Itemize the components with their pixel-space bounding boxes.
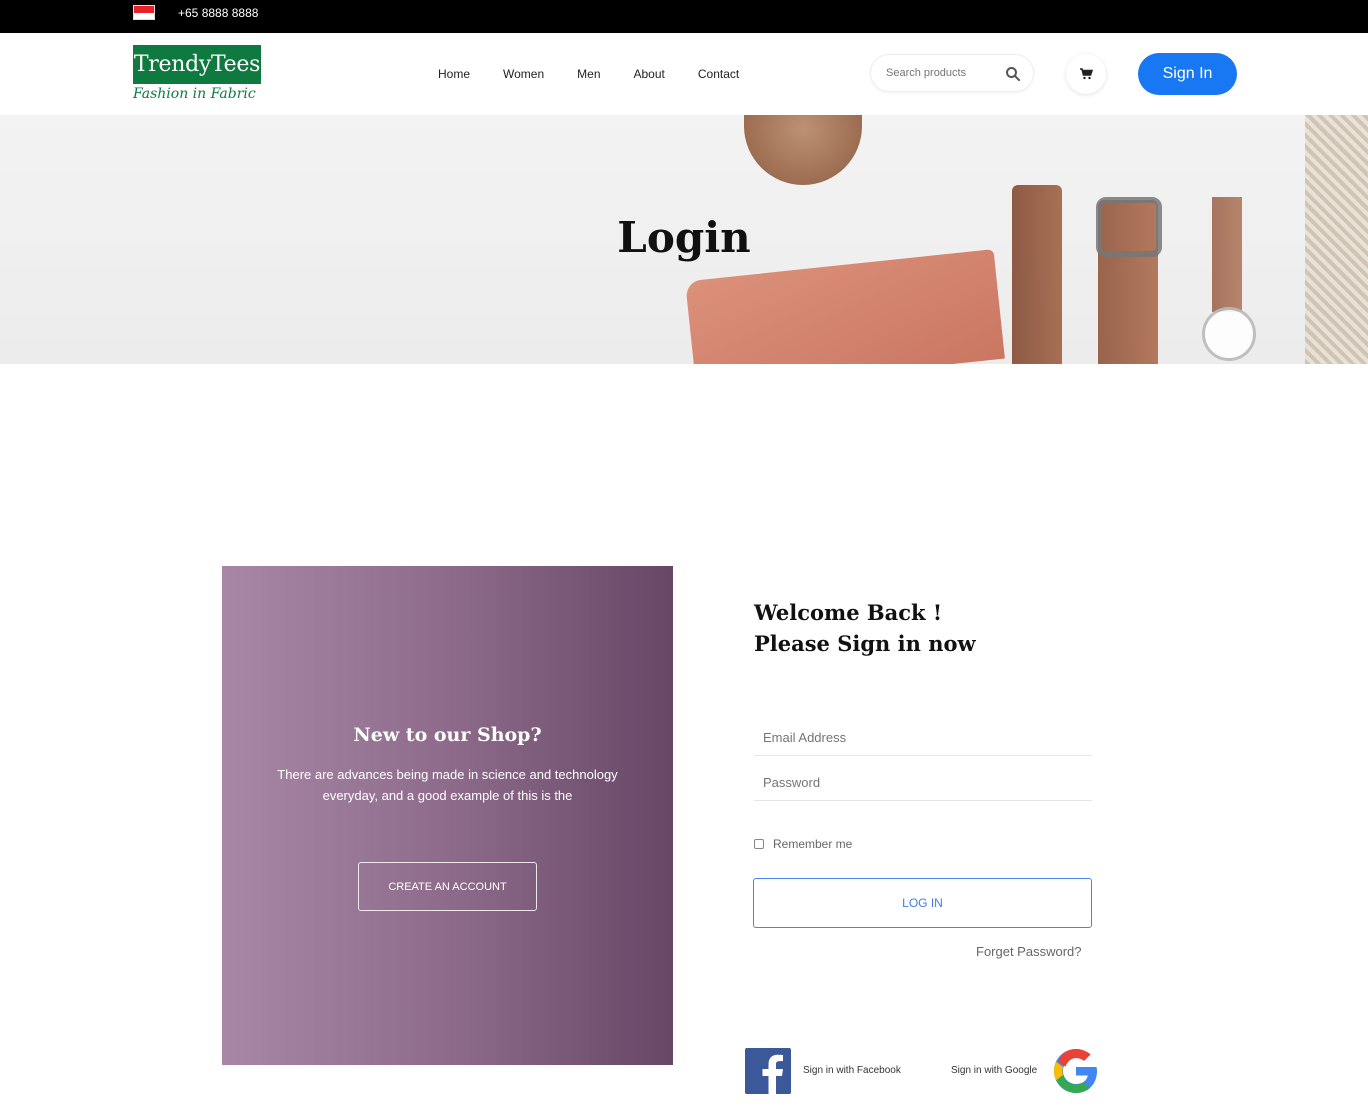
- password-field[interactable]: [754, 765, 1092, 801]
- sign-in-button[interactable]: Sign In: [1138, 53, 1237, 95]
- belt-image: [1012, 185, 1062, 364]
- top-bar: +65 8888 8888: [0, 0, 1368, 33]
- facebook-signin-label[interactable]: Sign in with Facebook: [803, 1065, 901, 1076]
- nav-about[interactable]: About: [634, 67, 665, 81]
- nav-men[interactable]: Men: [577, 67, 600, 81]
- google-signin-label[interactable]: Sign in with Google: [951, 1065, 1037, 1076]
- facebook-logo-icon: [762, 1054, 783, 1094]
- welcome-line: Please Sign in now: [754, 631, 976, 656]
- logo-text: TrendyTees: [133, 52, 261, 77]
- nav-contact[interactable]: Contact: [698, 67, 739, 81]
- google-icon[interactable]: [1052, 1047, 1100, 1095]
- welcome-line: Welcome Back !: [754, 600, 943, 625]
- register-title: New to our Shop?: [353, 724, 542, 746]
- register-panel: New to our Shop? There are advances bein…: [222, 566, 673, 1065]
- site-header: TrendyTees Fashion in Fabric Home Women …: [0, 33, 1368, 115]
- main-nav: Home Women Men About Contact: [438, 67, 772, 81]
- remember-me[interactable]: Remember me: [754, 837, 852, 851]
- register-text: There are advances being made in science…: [277, 767, 618, 803]
- logo-tagline: Fashion in Fabric: [133, 86, 256, 102]
- create-account-button[interactable]: CREATE AN ACCOUNT: [358, 862, 537, 911]
- hero-banner: Login: [0, 115, 1368, 364]
- logo[interactable]: TrendyTees: [133, 45, 261, 84]
- page-title: Login: [617, 213, 751, 262]
- search-input[interactable]: [886, 67, 996, 79]
- cart-button[interactable]: [1066, 54, 1106, 94]
- welcome-heading: Welcome Back ! Please Sign in now: [754, 597, 976, 659]
- login-button[interactable]: LOG IN: [753, 878, 1092, 928]
- remember-label: Remember me: [773, 837, 853, 851]
- clothing-image: [685, 249, 1005, 364]
- search-box: [870, 54, 1034, 92]
- email-field[interactable]: [754, 720, 1092, 756]
- nav-women[interactable]: Women: [503, 67, 544, 81]
- facebook-icon[interactable]: [745, 1048, 791, 1094]
- watch-image: [1202, 307, 1256, 361]
- forgot-password-link[interactable]: Forget Password?: [976, 944, 1082, 959]
- shoe-image: [744, 115, 862, 185]
- singapore-flag-icon: [133, 5, 155, 20]
- phone-number: +65 8888 8888: [178, 6, 259, 20]
- cart-icon: [1080, 68, 1093, 80]
- search-icon[interactable]: [1005, 66, 1021, 82]
- remember-checkbox[interactable]: [754, 839, 764, 849]
- nav-home[interactable]: Home: [438, 67, 470, 81]
